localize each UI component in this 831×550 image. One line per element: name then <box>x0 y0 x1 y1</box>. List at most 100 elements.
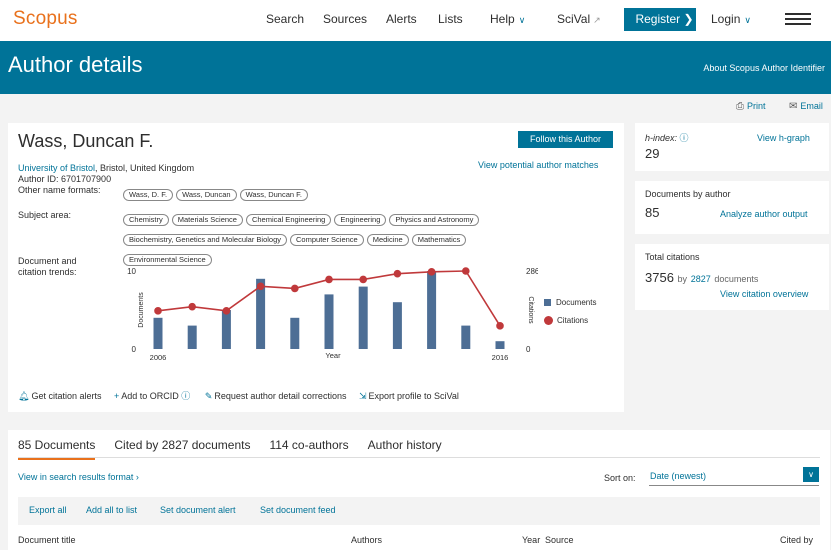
scopus-logo[interactable]: Scopus <box>13 8 78 30</box>
column-cited-by[interactable]: Cited by <box>780 535 813 545</box>
nav-lists[interactable]: Lists <box>438 12 463 26</box>
chevron-down-icon: ∨ <box>518 15 526 25</box>
citations-by: by <box>677 274 688 284</box>
export-all-button[interactable]: Export all <box>29 505 67 515</box>
affiliation-link[interactable]: University of Bristol <box>18 163 95 173</box>
trend-label: Document and citation trends: <box>18 256 77 278</box>
citations-card: Total citations 3756 by 2827 documents V… <box>635 244 829 310</box>
documents-value: 85 <box>645 205 660 220</box>
h-index-value: 29 <box>645 146 660 161</box>
nav-search[interactable]: Search <box>266 12 304 26</box>
nav-login-label: Login <box>711 12 741 26</box>
citations-point <box>222 307 231 315</box>
documents-bar <box>495 341 505 349</box>
author-affiliation: University of Bristol, Bristol, United K… <box>18 163 194 173</box>
documents-bar <box>358 286 368 349</box>
user-edit-icon: ✎ <box>204 391 213 401</box>
citation-alerts-label: Get citation alerts <box>31 391 102 401</box>
nav-login[interactable]: Login ∨ <box>711 12 751 26</box>
citation-overview-link[interactable]: View citation overview <box>720 289 808 299</box>
subject-tag: Mathematics <box>411 234 467 246</box>
register-button[interactable]: Register ❯ <box>624 8 696 31</box>
nav-help-label: Help <box>490 12 515 26</box>
citations-point <box>256 282 265 291</box>
column-document-title[interactable]: Document title <box>18 535 76 545</box>
menu-icon[interactable] <box>785 13 811 25</box>
tabs-divider <box>18 457 820 458</box>
h-index-card: h-index: ⓘ 29 View h-graph <box>635 123 829 171</box>
citations-point <box>462 267 470 275</box>
help-icon[interactable]: ⓘ <box>181 391 190 401</box>
citing-documents-link[interactable]: 2827 <box>691 274 711 284</box>
add-orcid-link[interactable]: + Add to ORCID ⓘ <box>114 389 192 402</box>
citations-point <box>427 268 436 276</box>
plus-icon: + <box>113 391 120 401</box>
tab-cited-by[interactable]: Cited by 2827 documents <box>114 438 250 458</box>
subject-tag: Chemistry <box>123 214 169 226</box>
left-axis-tick: 0 <box>132 345 137 354</box>
tab-co-authors[interactable]: 114 co-authors <box>269 438 348 458</box>
citations-point <box>188 302 196 311</box>
tab-author-history[interactable]: Author history <box>368 438 442 458</box>
subject-tag: Computer Science <box>290 234 364 246</box>
citations-point <box>359 275 367 284</box>
documents-bar <box>290 317 300 349</box>
column-year[interactable]: Year <box>522 535 540 545</box>
author-id: Author ID: 6701707900 <box>18 174 112 184</box>
chevron-down-icon: ∨ <box>744 15 751 25</box>
name-format-tag: Wass, D. F. <box>123 189 174 201</box>
document-citation-chart: 10 0 286 0 2006 2016 Year Documents Citations <box>127 267 538 362</box>
column-authors[interactable]: Authors <box>351 535 382 545</box>
left-axis-label: Documents <box>138 292 145 328</box>
info-icon[interactable]: ⓘ <box>680 133 689 143</box>
email-button[interactable]: ✉ Email <box>789 101 823 112</box>
analyze-output-link[interactable]: Analyze author output <box>720 209 808 219</box>
set-document-feed-button[interactable]: Set document feed <box>260 505 336 515</box>
export-scival-link[interactable]: ⇲ Export profile to SciVal <box>359 391 459 402</box>
citations-label: Total citations <box>645 252 700 262</box>
citations-point <box>325 275 333 284</box>
top-navigation: Scopus Search Sources Alerts Lists Help ∨… <box>0 0 831 41</box>
page-title: Author details <box>8 52 143 77</box>
name-format-tag: Wass, Duncan F. <box>239 189 308 201</box>
documents-bar <box>461 325 471 349</box>
legend-swatch <box>544 316 553 325</box>
nav-sources[interactable]: Sources <box>323 12 367 26</box>
documents-bar <box>153 317 163 349</box>
email-icon: ✉ <box>789 101 798 112</box>
bell-icon: 🔔︎ <box>18 391 30 401</box>
documents-bar <box>324 294 334 349</box>
about-author-identifier-link[interactable]: About Scopus Author Identifier <box>703 63 825 73</box>
add-all-to-list-button[interactable]: Add all to list <box>86 505 137 515</box>
chevron-down-icon: ∨ <box>803 467 819 482</box>
nav-scival[interactable]: SciVal ↗ <box>557 12 601 26</box>
chart-legend: Documents Citations <box>544 298 596 334</box>
right-axis-tick: 0 <box>526 345 531 354</box>
sort-select[interactable]: Date (newest) ∨ <box>649 467 819 486</box>
nav-alerts[interactable]: Alerts <box>386 12 417 26</box>
potential-matches-link[interactable]: View potential author matches <box>478 160 598 170</box>
other-names-list: Wass, D. F. Wass, Duncan Wass, Duncan F. <box>123 184 311 204</box>
view-search-results-label: View in search results format <box>18 472 134 482</box>
h-graph-link[interactable]: View h-graph <box>757 133 810 143</box>
citation-alerts-link[interactable]: 🔔︎ Get citation alerts <box>18 391 101 402</box>
legend-label: Citations <box>557 316 589 325</box>
column-source[interactable]: Source <box>545 535 574 545</box>
x-axis-tick: 2016 <box>492 353 509 362</box>
x-axis-label: Year <box>325 351 341 360</box>
legend-item: Documents <box>544 298 596 307</box>
documents-bar <box>221 310 231 349</box>
documents-bar <box>427 271 437 349</box>
export-scival-label: Export profile to SciVal <box>368 391 459 401</box>
author-actions: 🔔︎ Get citation alerts + Add to ORCID ⓘ ✎ R… <box>18 389 469 402</box>
documents-toolbar: Export all Add all to list Set document … <box>18 497 820 525</box>
set-document-alert-button[interactable]: Set document alert <box>160 505 236 515</box>
nav-help[interactable]: Help ∨ <box>490 12 525 26</box>
follow-author-button[interactable]: Follow this Author <box>518 131 613 148</box>
left-axis-tick: 10 <box>127 267 136 276</box>
trend-label-line: Document and <box>18 256 77 266</box>
request-corrections-link[interactable]: ✎ Request author detail corrections <box>205 391 347 402</box>
view-search-results-link[interactable]: View in search results format › <box>18 472 139 482</box>
sort-value: Date (newest) <box>650 471 707 481</box>
print-button[interactable]: ⎙ Print <box>736 101 766 112</box>
